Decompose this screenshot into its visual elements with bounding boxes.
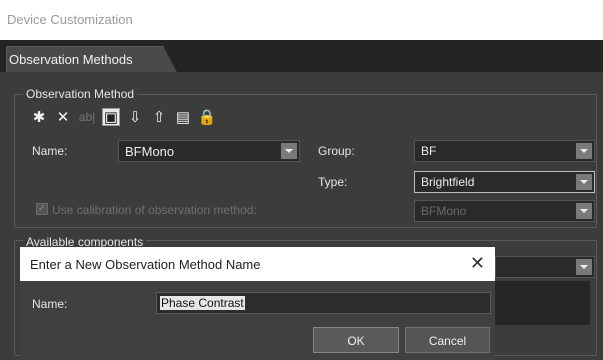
calibration-combo-value: BFMono [421,204,467,218]
calibration-label: Use calibration of observation method: [52,203,257,217]
type-combo-value: Brightfield [421,175,475,189]
ok-button[interactable]: OK [313,327,399,353]
copy-icon[interactable]: ▣ [102,108,120,126]
dialog-name-value: Phase Contrast [160,296,245,310]
group-combo-value: BF [421,144,437,158]
type-label: Type: [318,175,348,189]
window-titlebar: Device Customization [0,0,603,40]
name-combo-value: BFMono [125,144,175,159]
dialog-title: Enter a New Observation Method Name [30,257,261,272]
type-combo[interactable]: Brightfield [414,171,595,193]
name-combo[interactable]: BFMono [118,140,300,162]
close-icon[interactable]: ✕ [470,253,485,274]
new-method-icon[interactable]: ✱ [30,108,48,126]
dialog-titlebar: Enter a New Observation Method Name ✕ [20,247,495,281]
delete-icon[interactable]: ✕ [54,108,72,126]
name-label: Name: [32,144,68,158]
tab-observation-methods[interactable]: Observation Methods [6,46,177,72]
tab-strip: Observation Methods [0,40,603,72]
chevron-down-icon[interactable] [576,259,592,275]
import-icon[interactable]: ⇩ [126,108,144,126]
settings-icon[interactable]: ▤ [174,108,192,126]
dialog-name-label: Name: [32,297,68,311]
calibration-combo[interactable]: BFMono [414,200,595,222]
cancel-button[interactable]: Cancel [405,327,490,353]
group-label: Group: [318,144,355,158]
export-icon[interactable]: ⇧ [150,108,168,126]
chevron-down-icon[interactable] [576,174,592,190]
rename-icon[interactable]: ab| [78,108,96,126]
lock-icon[interactable]: 🔒 [198,108,217,126]
components-combo[interactable] [495,256,595,278]
chevron-down-icon[interactable] [576,143,592,159]
calibration-checkbox[interactable]: ✓ [36,203,48,215]
chevron-down-icon[interactable] [576,203,592,219]
chevron-down-icon[interactable] [281,143,297,159]
window-title: Device Customization [7,12,133,27]
observation-method-group-title: Observation Method [23,87,138,101]
components-list [495,281,590,325]
method-toolbar: ✱ ✕ ab| ▣ ⇩ ⇧ ▤ 🔒 [30,106,216,128]
group-combo[interactable]: BF [414,140,595,162]
dialog-name-input[interactable]: Phase Contrast [156,292,491,314]
